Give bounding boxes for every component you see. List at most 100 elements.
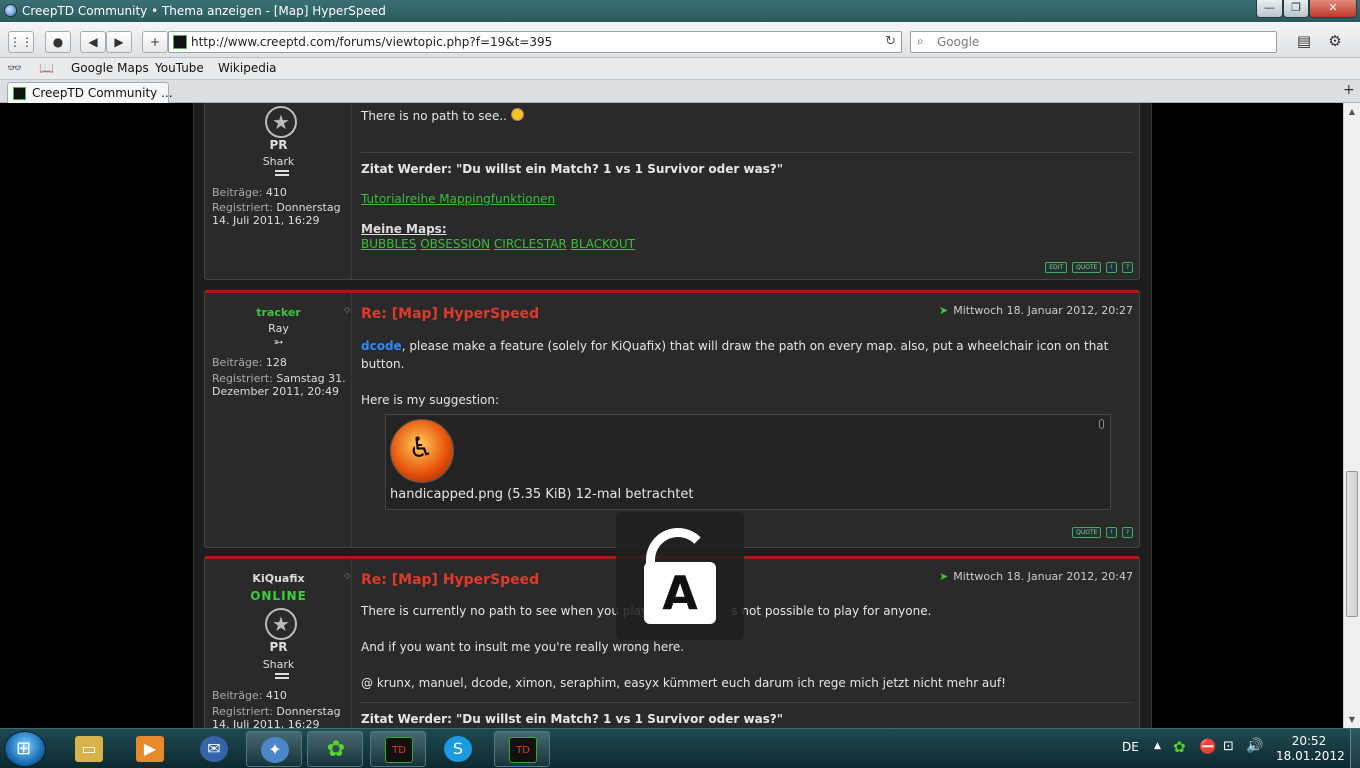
bookmark-google-maps[interactable]: Google Maps	[71, 61, 149, 75]
browser-icon	[4, 4, 17, 17]
taskbar-creeptd-2[interactable]: TD	[494, 731, 550, 767]
post-subject[interactable]: Re: [Map] HyperSpeed	[361, 306, 539, 322]
signature-quote: Zitat Werder: "Du willst ein Match? 1 vs…	[361, 712, 784, 726]
maps-label: Meine Maps:	[361, 222, 447, 236]
show-desktop-button[interactable]	[1350, 729, 1360, 768]
unlock-overlay-icon: A	[616, 512, 744, 640]
rank-arrow-icon: ➳	[273, 335, 284, 349]
volume-icon[interactable]: 🔊	[1246, 738, 1263, 754]
taskbar-creeptd-1[interactable]: TD	[370, 731, 426, 767]
taskbar-thunderbird[interactable]: ✉	[186, 731, 242, 767]
mention-dcode[interactable]: dcode	[361, 339, 402, 353]
tray-alert-icon[interactable]: ⛔	[1199, 739, 1216, 755]
close-button[interactable]: ✕	[1309, 0, 1357, 18]
tab-label: CreepTD Community ...	[32, 86, 173, 100]
post-subject[interactable]: Re: [Map] HyperSpeed	[361, 572, 539, 588]
show-hidden-icons-icon[interactable]: ▲	[1154, 741, 1161, 751]
rank-bar-icon	[275, 170, 289, 176]
post-2-text-1: dcode, please make a feature (solely for…	[361, 339, 1109, 371]
post-count: Beiträge: 410	[212, 689, 287, 702]
post-1: ★ PR Shark Beiträge: 410 Registriert: Do…	[204, 103, 1140, 280]
site-favicon-icon	[173, 35, 187, 49]
address-url: http://www.creeptd.com/forums/viewtopic.…	[191, 35, 553, 49]
report-button[interactable]: !	[1106, 262, 1117, 273]
tray-icq-icon[interactable]: ✿	[1173, 738, 1186, 756]
report-button[interactable]: !	[1106, 527, 1117, 538]
tab-favicon-icon	[13, 87, 26, 100]
bookmark-wikipedia[interactable]: Wikipedia	[218, 61, 277, 75]
reload-icon[interactable]: ↻	[885, 34, 896, 49]
skype-icon: S	[444, 736, 472, 762]
info-button[interactable]: ?	[1121, 527, 1133, 538]
maps-links: BUBBLES OBSESSION CIRCLESTAR BLACKOUT	[361, 235, 1133, 253]
clock-time: 20:52	[1291, 734, 1327, 748]
back-icon[interactable]: ◀	[80, 31, 106, 53]
page-menu-icon[interactable]: ▤	[1292, 31, 1316, 53]
creeptd-icon: TD	[385, 737, 413, 763]
tab-creeptd[interactable]: CreepTD Community ...	[7, 82, 173, 103]
search-input[interactable]: ⌕ Google	[910, 31, 1277, 53]
taskbar-opera[interactable]: ✦	[246, 731, 302, 767]
post-1-text: There is no path to see..	[361, 107, 1133, 125]
map-link-bubbles[interactable]: BUBBLES	[361, 237, 416, 251]
bookmark-youtube[interactable]: YouTube	[155, 61, 204, 75]
gear-icon[interactable]: ⚙	[1322, 31, 1348, 53]
taskbar: ⊞ ▭ ▶ ✉ ✦ ✿ TD S TD DE ▲ ✿ ⛔ ⊡ 🔊 20:52 1…	[0, 728, 1360, 768]
speed-dial-icon[interactable]: ⋮⋮	[8, 31, 34, 53]
post-1-body: There is no path to see.. Zitat Werder: …	[361, 103, 1133, 281]
taskbar-skype[interactable]: S	[430, 731, 486, 767]
maximize-button[interactable]: ❐	[1283, 0, 1309, 18]
network-icon[interactable]: ⊡	[1223, 739, 1234, 754]
windows-logo-icon: ⊞	[16, 738, 32, 759]
info-button[interactable]: ?	[1121, 262, 1133, 273]
post-count: Beiträge: 410	[212, 186, 287, 199]
glasses-icon[interactable]: 👓	[7, 61, 22, 75]
scroll-down-icon[interactable]: ▼	[1344, 711, 1360, 728]
scroll-thumb[interactable]	[1346, 471, 1358, 617]
post-2-profile: ◇ tracker Ray ➳ Beiträge: 128 Registrier…	[205, 293, 352, 547]
signature-divider	[361, 152, 1133, 153]
post-3-text-3: @ krunx, manuel, dcode, ximon, seraphim,…	[361, 676, 1006, 690]
page-scrollbar[interactable]: ▲ ▼	[1343, 103, 1360, 728]
bookmarks-bar: 👓 📖 Google Maps YouTube Wikipedia	[0, 58, 1360, 80]
attachment-caption: handicapped.png (5.35 KiB) 12-mal betrac…	[390, 487, 694, 502]
post-3-text-2: And if you want to insult me you're real…	[361, 640, 685, 654]
tutorial-link[interactable]: Tutorialreihe Mappingfunktionen	[361, 192, 555, 206]
post-3-body: Re: [Map] HyperSpeed ➤ Mittwoch 18. Janua…	[361, 559, 1133, 728]
post-2-text-2: Here is my suggestion:	[361, 393, 500, 407]
language-indicator[interactable]: DE	[1122, 740, 1139, 754]
post-2-body: Re: [Map] HyperSpeed ➤ Mittwoch 18. Janua…	[361, 293, 1133, 551]
edit-button[interactable]: EDIT	[1045, 262, 1068, 273]
signature-quote: Zitat Werder: "Du willst ein Match? 1 vs…	[361, 162, 784, 176]
username[interactable]: KiQuafix	[205, 572, 352, 585]
search-placeholder: Google	[937, 35, 980, 49]
scroll-up-icon[interactable]: ▲	[1344, 103, 1360, 120]
address-bar[interactable]: http://www.creeptd.com/forums/viewtopic.…	[168, 31, 902, 53]
registered-date: Registriert: Donnerstag 14. Juli 2011, 1…	[212, 201, 341, 227]
minimize-button[interactable]: —	[1256, 0, 1283, 18]
clock-date: 18.01.2012	[1276, 749, 1345, 763]
map-link-blackout[interactable]: BLACKOUT	[571, 237, 635, 251]
add-bookmark-icon[interactable]: +	[142, 31, 168, 53]
post-1-profile: ★ PR Shark Beiträge: 410 Registriert: Do…	[205, 103, 352, 279]
forward-icon[interactable]: ▶	[106, 31, 132, 53]
username[interactable]: tracker	[205, 306, 352, 319]
window-titlebar: CreepTD Community • Thema anzeigen - [Ma…	[0, 0, 1360, 22]
map-link-obsession[interactable]: OBSESSION	[420, 237, 490, 251]
stop-icon[interactable]: ●	[45, 31, 71, 53]
system-clock[interactable]: 20:52 18.01.2012	[1276, 734, 1345, 764]
map-link-circlestar[interactable]: CIRCLESTAR	[494, 237, 567, 251]
icq-flower-icon: ✿	[326, 737, 346, 762]
start-button[interactable]: ⊞	[4, 731, 46, 767]
quote-button[interactable]: QUOTE	[1072, 262, 1102, 273]
user-rank: Ray	[268, 322, 289, 335]
taskbar-icq[interactable]: ✿	[307, 731, 363, 767]
new-tab-icon[interactable]: +	[1343, 82, 1355, 98]
book-icon[interactable]: 📖	[39, 61, 54, 75]
taskbar-explorer[interactable]: ▭	[61, 731, 117, 767]
pr-label: PR	[269, 138, 288, 152]
search-icon: ⌕	[917, 34, 924, 48]
user-rank: Shark	[262, 155, 295, 168]
quote-button[interactable]: QUOTE	[1072, 527, 1102, 538]
taskbar-media-player[interactable]: ▶	[122, 731, 178, 767]
